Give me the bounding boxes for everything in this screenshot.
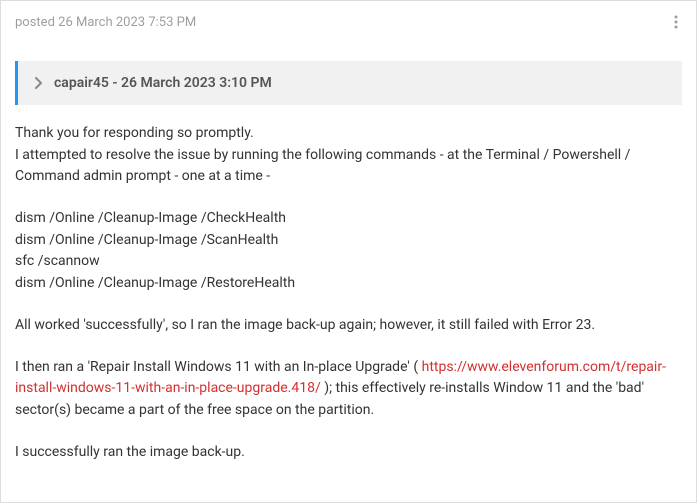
- body-thank-you: Thank you for responding so promptly.: [15, 123, 682, 145]
- quote-separator: -: [109, 75, 121, 91]
- body-repair-paragraph: I then ran a 'Repair Install Windows 11 …: [15, 357, 682, 422]
- quote-block[interactable]: capair45 - 26 March 2023 3:10 PM: [15, 61, 682, 105]
- body-command-2: dism /Online /Cleanup-Image /ScanHealth: [15, 230, 682, 252]
- quote-date: 26 March 2023 3:10 PM: [121, 75, 272, 91]
- post-header: posted 26 March 2023 7:53 PM: [1, 1, 696, 37]
- body-success: I successfully ran the image back-up.: [15, 442, 682, 464]
- body-command-3: sfc /scannow: [15, 251, 682, 273]
- body-attempt-intro: I attempted to resolve the issue by runn…: [15, 145, 682, 188]
- quote-author-name: capair45: [54, 75, 109, 91]
- repair-prefix: I then ran a 'Repair Install Windows 11 …: [15, 359, 422, 375]
- posted-label: posted: [15, 15, 55, 30]
- posted-timestamp: posted 26 March 2023 7:53 PM: [15, 15, 196, 30]
- quote-attribution: capair45 - 26 March 2023 3:10 PM: [54, 75, 272, 91]
- more-options-icon[interactable]: [670, 11, 682, 33]
- body-command-1: dism /Online /Cleanup-Image /CheckHealth: [15, 208, 682, 230]
- post-body: Thank you for responding so promptly. I …: [1, 123, 696, 477]
- chevron-right-icon: [34, 77, 44, 89]
- body-command-4: dism /Online /Cleanup-Image /RestoreHeal…: [15, 273, 682, 295]
- body-result-1: All worked 'successfully', so I ran the …: [15, 315, 682, 337]
- posted-date: 26 March 2023 7:53 PM: [58, 15, 196, 30]
